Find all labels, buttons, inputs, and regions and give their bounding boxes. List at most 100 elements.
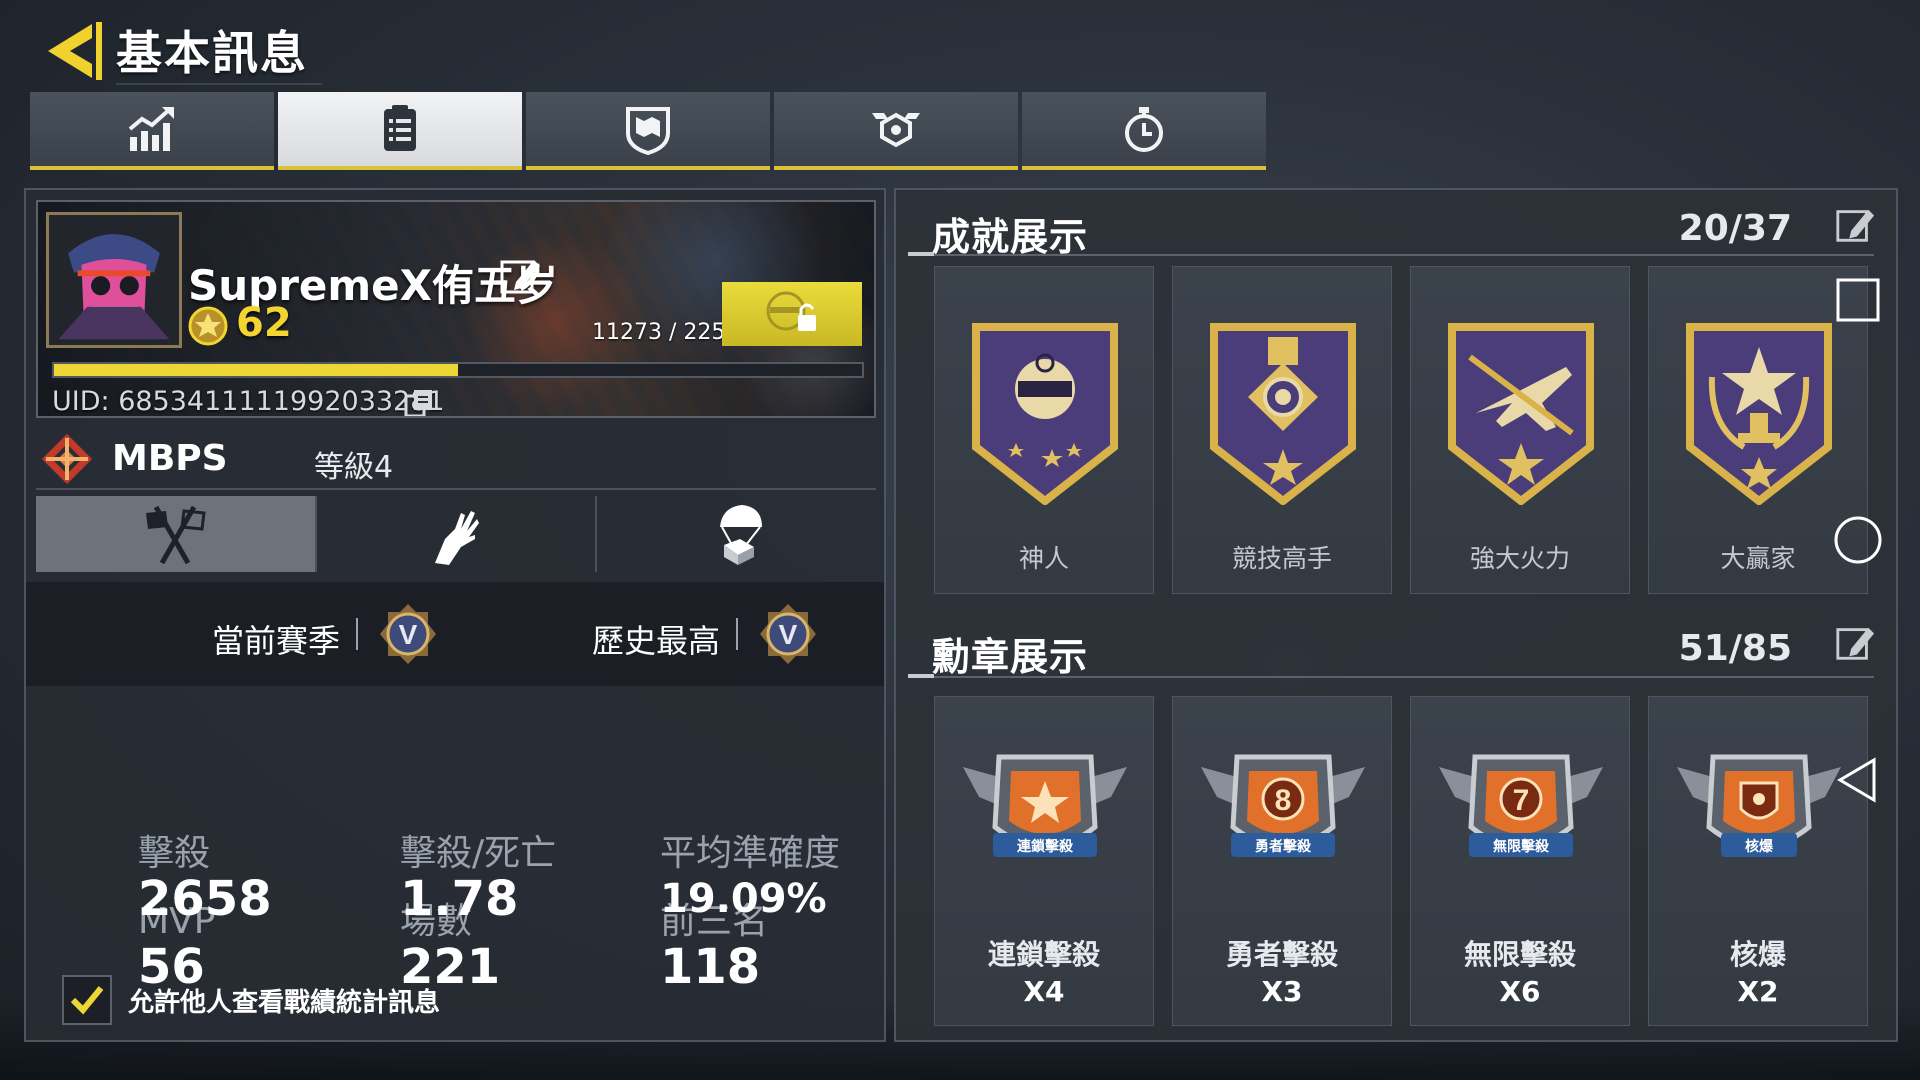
best-season-label: 歷史最高	[592, 622, 721, 660]
player-level: 62	[236, 300, 292, 346]
stat-value: 118	[660, 939, 761, 995]
medal-name: 核爆	[1729, 938, 1786, 971]
edit-medals-icon[interactable]	[1834, 622, 1876, 664]
tab-history[interactable]	[1022, 92, 1266, 170]
visibility-label: 允許他人查看戰績統計訊息	[128, 987, 441, 1018]
gun-lock-icon	[766, 291, 816, 331]
edit-achievements-icon[interactable]	[1834, 204, 1876, 246]
medal-ribbon-text: 連鎖擊殺	[1017, 838, 1074, 855]
medal-emblem-text: 8	[1275, 784, 1292, 817]
copy-uid-icon[interactable]	[404, 388, 436, 416]
winged-badge-icon	[872, 112, 920, 148]
clipboard-icon	[384, 105, 416, 151]
chain-kill-medal-icon: 連鎖擊殺	[963, 754, 1127, 857]
parachute-crate-icon	[719, 505, 762, 565]
achievement-card[interactable]: 神人	[934, 266, 1154, 594]
achievement-name: 神人	[1018, 544, 1069, 573]
tab-statistics[interactable]	[30, 92, 274, 170]
triangle-back-icon	[1837, 757, 1876, 803]
achievement-name: 競技高手	[1231, 544, 1332, 573]
home-button[interactable]	[1830, 512, 1886, 568]
check-icon	[70, 986, 104, 1015]
current-season-label: 當前賽季	[212, 622, 341, 660]
best-rank-badge[interactable]: V	[756, 602, 820, 666]
avatar[interactable]	[46, 212, 182, 348]
medal-name: 勇者擊殺	[1225, 938, 1338, 971]
current-rank-badge[interactable]: V	[376, 602, 440, 666]
header: 基本訊息	[40, 16, 322, 86]
recent-apps-button[interactable]	[1830, 272, 1886, 328]
stopwatch-icon	[1125, 107, 1163, 152]
medal-cross-badge-icon	[1210, 323, 1356, 505]
medal-ribbon-text: 無限擊殺	[1493, 838, 1550, 855]
medal-count: X4	[1023, 975, 1065, 1008]
mode-tab-bar	[36, 496, 876, 572]
medal-count: X3	[1261, 975, 1303, 1008]
medal-card[interactable]: 核爆 核爆 X2	[1648, 696, 1868, 1026]
medal-card[interactable]: 連鎖擊殺 連鎖擊殺 X4	[934, 696, 1154, 1026]
tab-multiplayer[interactable]	[36, 496, 317, 572]
level-star-icon	[188, 306, 228, 346]
stat-kd: 擊殺/死亡 1.78	[400, 833, 557, 927]
zombie-hand-icon	[435, 511, 479, 565]
visibility-checkbox[interactable]	[62, 975, 112, 1025]
medal-card[interactable]: 7 無限擊殺 無限擊殺 X6	[1410, 696, 1630, 1026]
page-title: 基本訊息	[116, 17, 322, 85]
player-info-panel: SupremeX侑五岁 62 11273 / 22520 UID: 685341…	[24, 188, 886, 1042]
brave-kill-medal-icon: 8 勇者擊殺	[1201, 754, 1365, 857]
medals-title: 勳章展示	[932, 635, 1089, 679]
medal-card[interactable]: 8 勇者擊殺 勇者擊殺 X3	[1172, 696, 1392, 1026]
circle-icon	[1834, 516, 1882, 564]
medal-name: 無限擊殺	[1463, 938, 1576, 971]
multiplayer-flags-icon	[146, 505, 207, 565]
top-tab-bar	[30, 92, 1266, 170]
skull-soldier-badge-icon	[972, 323, 1118, 505]
medal-list: 連鎖擊殺 連鎖擊殺 X4 8 勇者擊殺 勇者擊殺 X3 7 無限擊殺 無限擊殺 …	[934, 696, 1874, 1026]
stat-value: 19.09%	[660, 876, 827, 922]
tab-map-record[interactable]	[526, 92, 770, 170]
medal-name: 連鎖擊殺	[987, 938, 1100, 971]
medal-count: X6	[1499, 975, 1541, 1008]
tab-battle-royale[interactable]	[597, 496, 876, 572]
trophy-badge-icon	[1686, 323, 1832, 505]
stat-label: 擊殺	[138, 833, 211, 874]
medal-emblem-text: 7	[1513, 784, 1530, 817]
stats-chart-icon	[128, 107, 174, 151]
season-rank-row: 當前賽季 V 歷史最高 V	[26, 582, 884, 686]
clan-name: MBPS	[112, 438, 228, 479]
nav-back-button[interactable]	[1830, 752, 1886, 808]
jet-badge-icon	[1448, 323, 1594, 505]
stat-label: 擊殺/死亡	[400, 833, 557, 874]
divider	[356, 618, 358, 650]
unlock-button[interactable]	[722, 282, 862, 346]
uid-text: UID: 6853411111992033281	[52, 386, 445, 417]
stat-accuracy: 平均準確度 19.09%	[660, 834, 840, 924]
current-rank-text: V	[399, 619, 418, 650]
achievement-list: 神人 競技高手 強大火力 大贏家	[934, 266, 1874, 594]
clan-row[interactable]: MBPS 等級4	[36, 426, 876, 490]
rank-v-icon: V	[760, 604, 816, 664]
stat-value: 1.78	[400, 871, 519, 927]
visibility-row: 允許他人查看戰績統計訊息	[62, 972, 440, 1028]
nuke-medal-icon: 核爆	[1677, 754, 1841, 857]
section-divider	[908, 252, 1874, 256]
tab-ranking[interactable]	[774, 92, 1018, 170]
skull-avatar-icon	[49, 215, 179, 345]
square-icon	[1836, 278, 1880, 322]
showcase-panel: 成就展示 20/37 神人 競技高手 強大火力 大贏家 勳章展示 51/85 連…	[894, 188, 1898, 1042]
medal-ribbon-text: 勇者擊殺	[1255, 838, 1312, 855]
best-rank-text: V	[779, 619, 798, 650]
achievements-title: 成就展示	[932, 215, 1089, 259]
tab-basic-info[interactable]	[278, 92, 522, 170]
edit-name-icon[interactable]	[498, 254, 542, 298]
rank-v-icon: V	[380, 604, 436, 664]
xp-progress-fill	[54, 364, 459, 376]
clan-level: 等級4	[314, 450, 394, 485]
section-divider	[908, 674, 1874, 678]
medals-count: 51/85	[1678, 628, 1792, 669]
achievement-card[interactable]: 強大火力	[1410, 266, 1630, 594]
achievement-card[interactable]: 競技高手	[1172, 266, 1392, 594]
back-button[interactable]	[40, 16, 110, 86]
stat-label: 平均準確度	[660, 833, 841, 874]
tab-zombies[interactable]	[317, 496, 598, 572]
